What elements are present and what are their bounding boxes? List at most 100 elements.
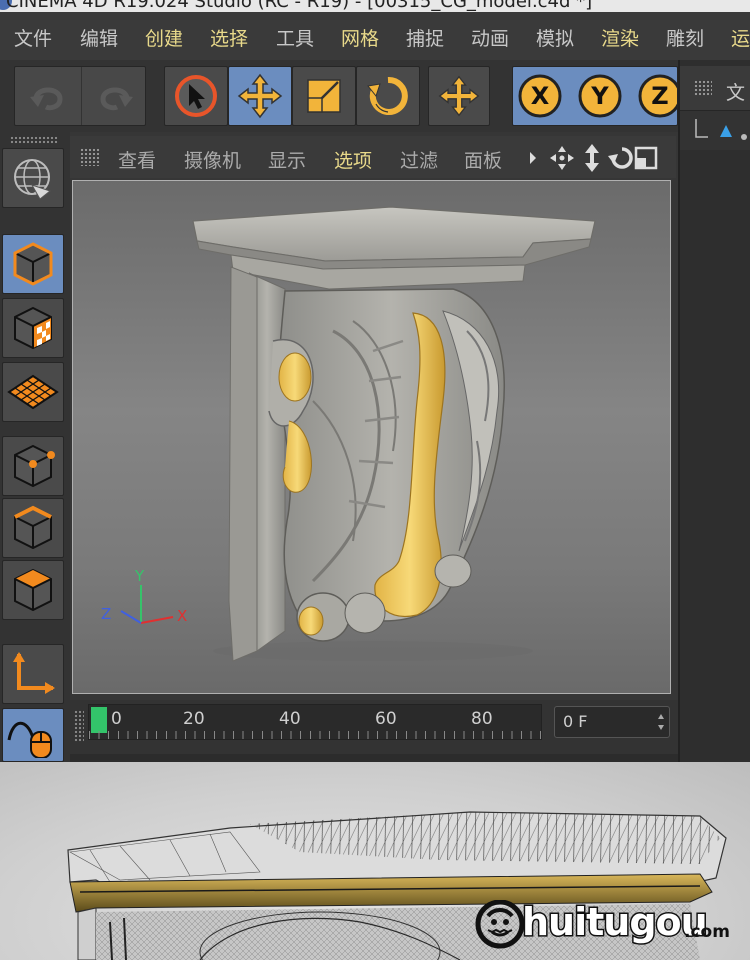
menu-sculpt[interactable]: 雕刻 (666, 24, 704, 51)
menu-create[interactable]: 创建 (145, 24, 183, 51)
svg-text:X: X (531, 82, 550, 110)
timeline-ticks (89, 731, 541, 739)
axis-corner-icon (13, 652, 55, 694)
move-tool-button[interactable] (228, 66, 292, 126)
timeline-tick-label: 20 (183, 709, 205, 729)
title-bar: CINEMA 4D R19.024 Studio (RC - R19) - [0… (0, 0, 750, 12)
menu-edit[interactable]: 编辑 (80, 24, 118, 51)
redo-button[interactable] (81, 67, 147, 125)
undo-redo-group (14, 66, 146, 126)
viewport-grip-icon[interactable] (80, 148, 100, 166)
pan-icon (550, 146, 574, 170)
z-axis-lock-button[interactable]: Z (637, 73, 677, 119)
points-mode-button[interactable] (2, 436, 64, 496)
menu-tools[interactable]: 工具 (276, 24, 314, 51)
mode-palette (0, 132, 70, 762)
timeline-controls-strip (70, 754, 678, 762)
svg-text:Y: Y (590, 82, 609, 110)
object-tree-icon (695, 119, 747, 140)
transform-icon (438, 75, 480, 117)
c4d-screenshot: CINEMA 4D R19.024 Studio (RC - R19) - [0… (0, 0, 750, 762)
polygon-cube-icon (14, 568, 52, 612)
axis-label-x: X (177, 607, 188, 625)
panel-grip-icon[interactable] (694, 80, 712, 96)
watermark-text: huitugou (521, 899, 710, 946)
make-editable-button[interactable] (2, 148, 64, 208)
grid-plane-icon (7, 374, 59, 410)
globe-grid-icon (14, 159, 52, 200)
timeline-tick-label: 80 (471, 709, 493, 729)
menu-snap[interactable]: 捕捉 (406, 24, 444, 51)
y-axis-icon: Y (578, 74, 622, 118)
svg-text:Z: Z (651, 82, 668, 110)
main-menu-bar: 文件 编辑 创建 选择 工具 网格 捕捉 动画 模拟 渲染 雕刻 运 (0, 12, 750, 60)
z-axis-icon: Z (638, 74, 677, 118)
live-selection-button[interactable] (164, 66, 228, 126)
object-list-item[interactable] (680, 110, 750, 150)
x-axis-lock-button[interactable]: X (517, 73, 563, 119)
x-axis-icon: X (518, 74, 562, 118)
scale-icon (307, 79, 341, 113)
undo-icon (30, 87, 63, 111)
viewport-menu-filter[interactable]: 过滤 (400, 146, 438, 173)
objects-panel-header: 文 (680, 66, 750, 110)
rotate-icon (367, 76, 408, 115)
viewport-nav-controls (530, 144, 658, 172)
dolly-icon (585, 144, 599, 172)
menu-mesh[interactable]: 网格 (341, 24, 379, 51)
viewport-menu-display[interactable]: 显示 (268, 146, 306, 173)
y-axis-lock-button[interactable]: Y (577, 73, 623, 119)
timeline: 0 20 40 60 80 0 F (70, 700, 678, 762)
polygons-mode-button[interactable] (2, 560, 64, 620)
checker-cube-icon (14, 306, 52, 350)
corbel-model (120, 206, 596, 662)
viewport-menu-view[interactable]: 查看 (118, 146, 156, 173)
workplane-mode-button[interactable] (2, 362, 64, 422)
expand-arrow-icon (530, 152, 536, 164)
viewport-menu-panel[interactable]: 面板 (464, 146, 502, 173)
viewport-menu-cameras[interactable]: 摄像机 (184, 146, 241, 173)
point-cube-icon (14, 444, 55, 488)
menu-file[interactable]: 文件 (14, 24, 52, 51)
current-frame-value: 0 F (563, 712, 588, 731)
scale-tool-button[interactable] (292, 66, 356, 126)
timeline-tick-label: 60 (375, 709, 397, 729)
axis-mode-button[interactable] (2, 644, 64, 704)
wireframe-render: huitugou .com (0, 762, 750, 960)
timeline-grip-icon[interactable] (74, 710, 84, 742)
orbit-icon (608, 147, 633, 169)
edges-mode-button[interactable] (2, 498, 64, 558)
model-mode-button[interactable] (2, 234, 64, 294)
menu-render[interactable]: 渲染 (601, 24, 639, 51)
objects-panel-menu-file[interactable]: 文 (726, 78, 745, 105)
menu-animate[interactable]: 动画 (471, 24, 509, 51)
move-arrows-icon (237, 73, 283, 119)
rotate-tool-button[interactable] (356, 66, 420, 126)
edge-cube-icon (14, 505, 52, 550)
playhead-marker[interactable] (91, 707, 107, 733)
spinner-arrows-icon[interactable] (657, 713, 665, 731)
viewport-menu-options[interactable]: 选项 (334, 146, 372, 173)
undo-button[interactable] (15, 67, 81, 125)
tweak-mode-button[interactable] (2, 708, 64, 762)
palette-grip-icon[interactable] (10, 136, 58, 144)
timeline-tick-label: 40 (279, 709, 301, 729)
menu-select[interactable]: 选择 (210, 24, 248, 51)
axis-gizmo (120, 585, 174, 624)
timeline-tick-label: 0 (111, 709, 122, 729)
watermark-suffix: .com (684, 922, 730, 942)
viewport-menu-bar: 查看 摄像机 显示 选项 过滤 面板 (70, 136, 676, 178)
main-toolbar: X Y Z (0, 60, 678, 132)
perspective-viewport[interactable]: Y X Z (72, 180, 671, 694)
timeline-ruler[interactable]: 0 20 40 60 80 (88, 704, 542, 740)
menu-simulate[interactable]: 模拟 (536, 24, 574, 51)
texture-mode-button[interactable] (2, 298, 64, 358)
axis-label-y: Y (135, 567, 145, 585)
current-frame-field[interactable]: 0 F (554, 706, 670, 738)
window-title: CINEMA 4D R19.024 Studio (RC - R19) - [0… (6, 0, 593, 12)
menu-motion[interactable]: 运 (731, 24, 750, 51)
cube-model-icon (13, 242, 53, 286)
transform-tool-button[interactable] (428, 66, 490, 126)
mouse-tweak-icon (7, 721, 52, 758)
redo-icon (99, 87, 133, 111)
